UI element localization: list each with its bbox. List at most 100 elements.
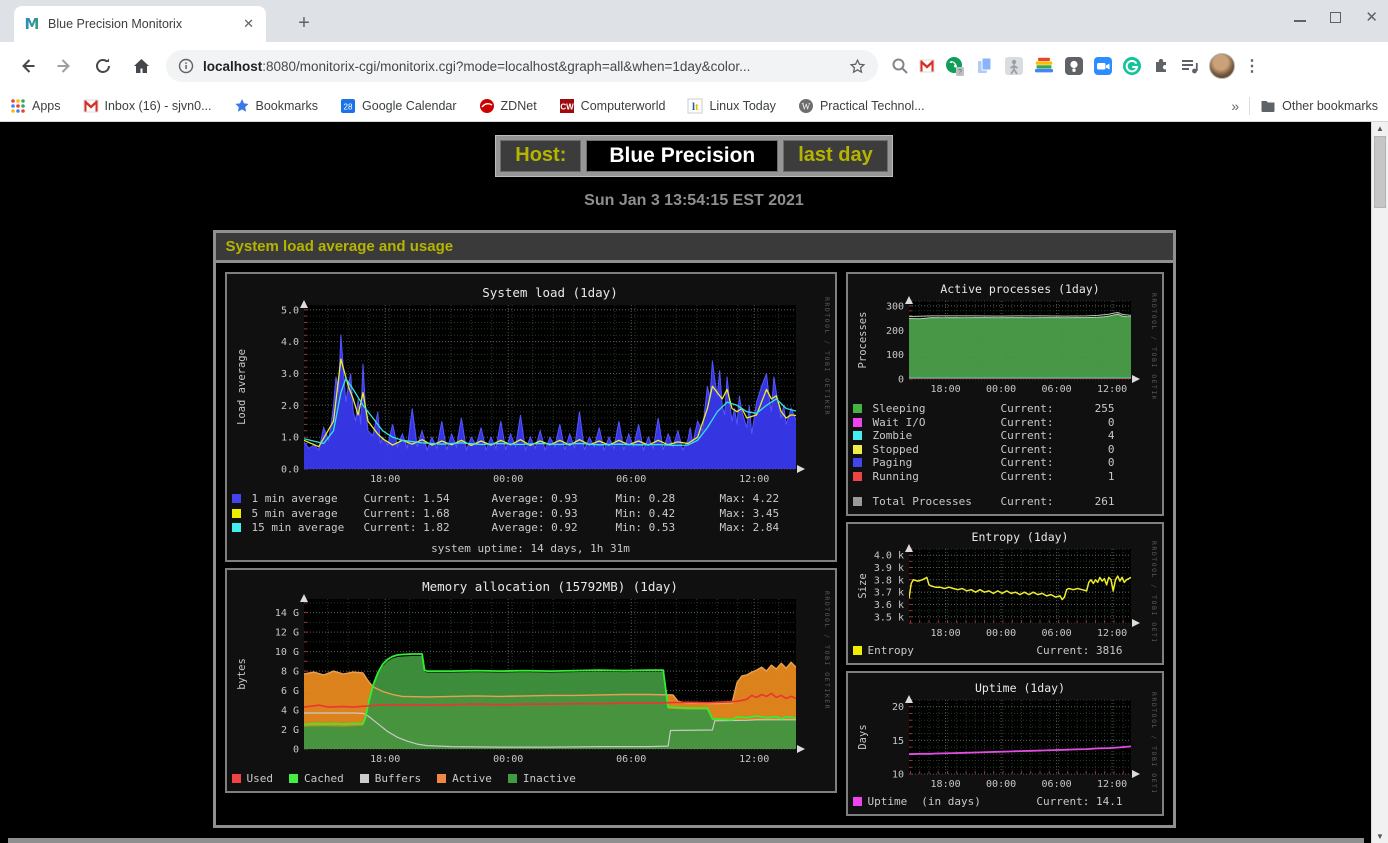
window-minimize-button[interactable]: [1294, 20, 1306, 22]
svg-text:00:00: 00:00: [493, 754, 523, 765]
legend-swatch: [232, 774, 241, 783]
new-tab-button[interactable]: +: [290, 10, 318, 38]
books-icon[interactable]: [1033, 56, 1055, 76]
figure-icon[interactable]: [1004, 56, 1024, 76]
svg-text:W: W: [802, 101, 811, 111]
svg-text:18:00: 18:00: [930, 628, 960, 639]
avatar-icon[interactable]: [1209, 53, 1235, 79]
page-content: Host: Blue Precision last day Sun Jan 3 …: [0, 122, 1388, 843]
site-info-icon[interactable]: [178, 58, 194, 74]
zdnet-icon: [479, 98, 495, 114]
back-button[interactable]: [13, 52, 41, 80]
bookmark-label: Google Calendar: [362, 99, 457, 113]
legend-swatch: [853, 418, 862, 427]
svg-text:3.5 k: 3.5 k: [873, 612, 903, 623]
url-text: localhost:8080/monitorix-cgi/monitorix.c…: [203, 59, 849, 74]
svg-text:RRDTOOL / TOBI OETIKER: RRDTOOL / TOBI OETIKER: [823, 297, 830, 416]
svg-text:8 G: 8 G: [280, 666, 298, 677]
forward-button[interactable]: [51, 52, 79, 80]
scrollbar-up-arrow[interactable]: ▲: [1372, 124, 1388, 133]
grammarly-icon[interactable]: [1122, 56, 1142, 76]
svg-text:12:00: 12:00: [1097, 628, 1127, 639]
copy-icon[interactable]: [975, 56, 995, 76]
svg-text:12:00: 12:00: [739, 754, 769, 765]
gmail-icon: [83, 98, 99, 114]
legend-row: Wait I/OCurrent:0: [853, 416, 1157, 430]
tab-close-icon[interactable]: ✕: [239, 14, 258, 34]
svg-text:20: 20: [891, 702, 903, 713]
system-load-graph[interactable]: 0.01.02.03.04.05.018:0000:0006:0012:00Sy…: [232, 279, 830, 489]
window-close-button[interactable]: ✕: [1365, 8, 1378, 26]
svg-text:Size: Size: [857, 573, 869, 598]
bookmark-star-icon[interactable]: [849, 58, 866, 75]
memory-allocation-graph[interactable]: 02 G4 G6 G8 G10 G12 G14 G18:0000:0006:00…: [232, 575, 830, 769]
reload-button[interactable]: [89, 52, 117, 80]
bookmark-item[interactable]: Bookmarks: [234, 98, 319, 114]
svg-text:2 G: 2 G: [280, 725, 298, 736]
svg-text:10: 10: [891, 769, 903, 780]
host-label: Host:: [500, 140, 581, 172]
svg-text:3.0: 3.0: [280, 369, 298, 380]
legend-swatch: [853, 797, 862, 806]
bookmark-item[interactable]: ltLinux Today: [687, 98, 776, 114]
bookmark-label: Bookmarks: [256, 99, 319, 113]
legend-swatch: [232, 494, 241, 503]
other-bookmarks-button[interactable]: Other bookmarks: [1260, 98, 1378, 114]
bookmark-item[interactable]: Apps: [10, 98, 61, 114]
svg-text:06:00: 06:00: [1041, 779, 1071, 790]
svg-text:Uptime (1day): Uptime (1day): [974, 681, 1064, 695]
lamp-icon[interactable]: [1064, 56, 1084, 76]
window-maximize-button[interactable]: [1330, 12, 1341, 23]
legend-row: Uptime(in days)Current: 14.1: [853, 795, 1157, 809]
scrollbar-down-arrow[interactable]: ▼: [1372, 832, 1388, 841]
gmail-icon[interactable]: [919, 58, 935, 74]
linux-today-icon: lt: [687, 98, 703, 114]
svg-text:CW: CW: [560, 102, 574, 111]
memory-allocation-panel: 02 G4 G6 G8 G10 G12 G14 G18:0000:0006:00…: [225, 568, 837, 793]
monitorix-favicon: M: [24, 16, 40, 32]
entropy-graph[interactable]: 3.5 k3.6 k3.7 k3.8 k3.9 k4.0 k18:0000:00…: [853, 529, 1157, 641]
bookmarks-divider: [1249, 97, 1250, 115]
host-name: Blue Precision: [586, 140, 778, 172]
svg-text:18:00: 18:00: [370, 474, 400, 485]
svg-text:3.9 k: 3.9 k: [873, 563, 903, 574]
page-scrollbar[interactable]: ▲ ▼: [1371, 122, 1388, 843]
svg-text:18:00: 18:00: [370, 754, 400, 765]
svg-text:2.0: 2.0: [280, 401, 298, 412]
active-processes-graph[interactable]: 010020030018:0000:0006:0012:00Active pro…: [853, 279, 1157, 399]
bookmark-item[interactable]: CW Computerworld: [559, 98, 666, 114]
bookmark-label: Computerworld: [581, 99, 666, 113]
browser-tab[interactable]: M Blue Precision Monitorix ✕: [14, 6, 266, 42]
svg-text:10 G: 10 G: [274, 647, 298, 658]
svg-text:4 G: 4 G: [280, 705, 298, 716]
svg-text:28: 28: [344, 102, 353, 111]
search-icon[interactable]: [890, 56, 910, 76]
bookmark-item[interactable]: ZDNet: [479, 98, 537, 114]
address-bar[interactable]: localhost:8080/monitorix-cgi/monitorix.c…: [166, 50, 878, 82]
bookmark-item[interactable]: WPractical Technol...: [798, 98, 925, 114]
system-load-panel: 0.01.02.03.04.05.018:0000:0006:0012:00Sy…: [225, 272, 837, 562]
svg-text:?: ?: [958, 69, 962, 76]
svg-text:00:00: 00:00: [493, 474, 523, 485]
zoom-camera-icon[interactable]: [1093, 56, 1113, 76]
svg-text:12 G: 12 G: [274, 627, 298, 638]
bookmark-item[interactable]: Inbox (16) - sjvn0...: [83, 98, 212, 114]
playlist-icon[interactable]: [1180, 56, 1200, 76]
bookmarks-overflow-chevron[interactable]: »: [1231, 98, 1239, 114]
puzzle-icon[interactable]: [1151, 56, 1171, 76]
svg-text:3.7 k: 3.7 k: [873, 587, 903, 598]
svg-text:0: 0: [292, 744, 298, 755]
svg-text:12:00: 12:00: [1097, 384, 1127, 395]
svg-text:M: M: [25, 16, 40, 32]
menu-icon[interactable]: ⋮: [1244, 56, 1260, 76]
tab-title: Blue Precision Monitorix: [48, 17, 239, 31]
bookmark-item[interactable]: 28 Google Calendar: [340, 98, 457, 114]
home-button[interactable]: [127, 52, 155, 80]
svg-text:3.8 k: 3.8 k: [873, 575, 903, 586]
active-processes-panel: 010020030018:0000:0006:0012:00Active pro…: [846, 272, 1164, 516]
scrollbar-thumb[interactable]: [1374, 136, 1386, 208]
legend-swatch: [853, 646, 862, 655]
uptime-graph[interactable]: 10152018:0000:0006:0012:00Uptime (1day)D…: [853, 678, 1157, 792]
svg-text:00:00: 00:00: [986, 384, 1016, 395]
voice-icon[interactable]: ?: [944, 55, 966, 77]
